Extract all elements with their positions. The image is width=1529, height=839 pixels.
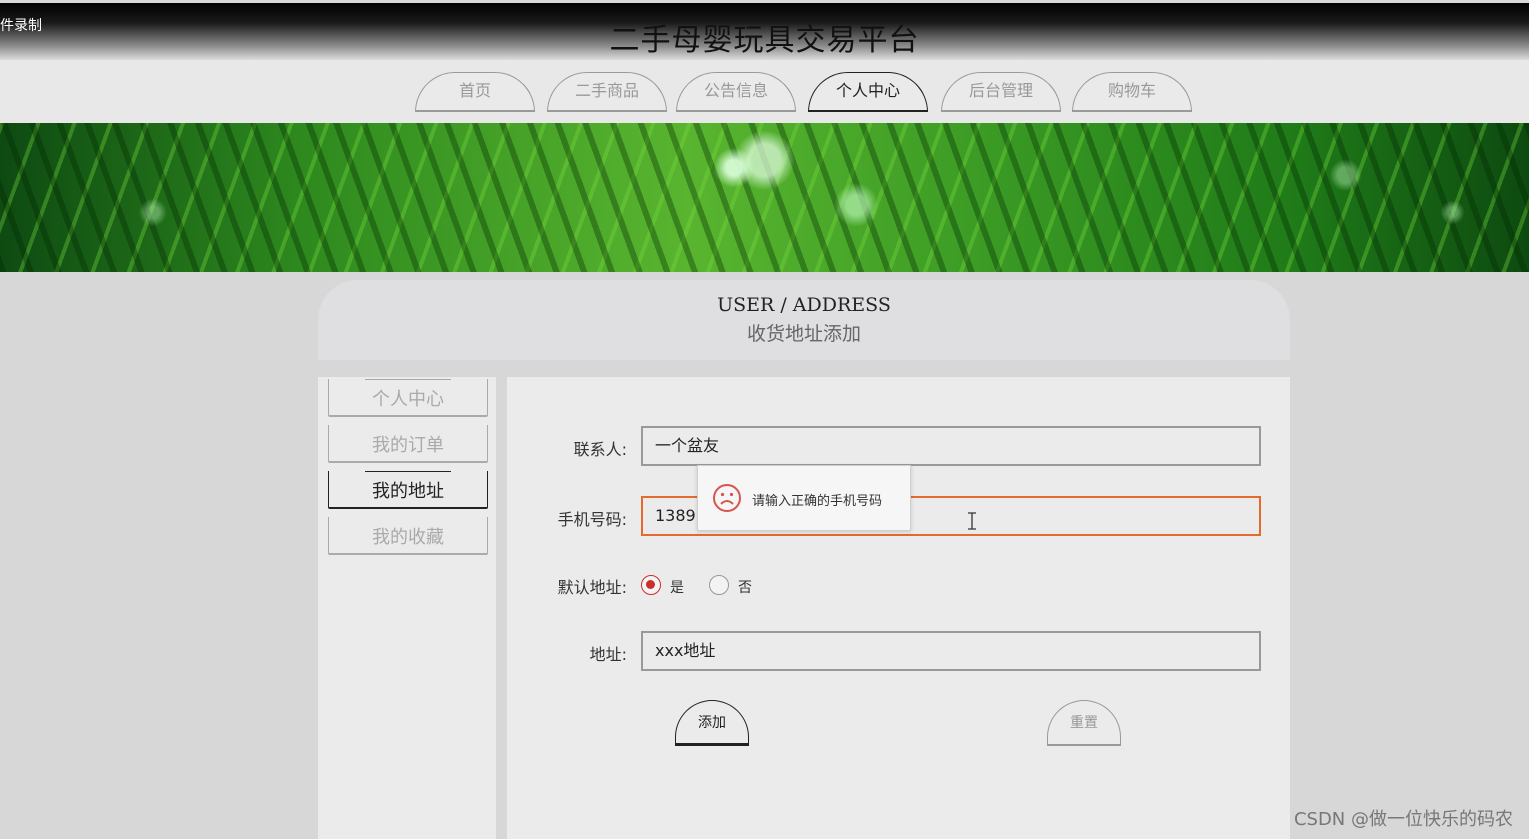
sidebar-item-label: 个人中心 <box>372 389 444 410</box>
add-button[interactable]: 添加 <box>675 700 749 746</box>
nav-tab-announcements[interactable]: 公告信息 <box>676 72 796 112</box>
default-yes-radio[interactable] <box>641 575 661 595</box>
address-input[interactable]: xxx地址 <box>641 631 1261 671</box>
site-title: 二手母婴玩具交易平台 <box>609 23 920 58</box>
watermark: CSDN @做一位快乐的码农 <box>1293 809 1513 830</box>
default-yes-label: 是 <box>670 580 684 596</box>
sidebar-item-my-favorites[interactable]: 我的收藏 <box>328 517 488 555</box>
sidebar-item-topline <box>365 471 451 472</box>
text-cursor-icon <box>968 512 976 530</box>
sidebar-item-topline <box>365 379 451 380</box>
reset-button[interactable]: 重置 <box>1047 700 1121 746</box>
sidebar-item-label: 我的收藏 <box>372 527 444 548</box>
sidebar: 个人中心 我的订单 我的地址 我的收藏 <box>318 377 496 839</box>
nav-tab-cart[interactable]: 购物车 <box>1072 72 1192 112</box>
contact-label: 联系人: <box>573 440 627 459</box>
section-heading-cn: 收货地址添加 <box>746 323 861 345</box>
title-bar: 件录制 二手母婴玩具交易平台 <box>0 3 1529 60</box>
sidebar-item-my-address[interactable]: 我的地址 <box>328 471 488 509</box>
sidebar-item-label: 我的订单 <box>372 435 444 456</box>
default-no-label: 否 <box>738 580 752 596</box>
nav-tab-admin[interactable]: 后台管理 <box>941 72 1061 112</box>
sidebar-item-label: 我的地址 <box>372 481 444 502</box>
default-no-radio[interactable] <box>709 575 729 595</box>
nav-tab-home[interactable]: 首页 <box>415 72 535 112</box>
phone-label: 手机号码: <box>557 510 627 529</box>
sidebar-item-personal-center[interactable]: 个人中心 <box>328 379 488 417</box>
section-heading-en: USER / ADDRESS <box>717 294 891 316</box>
grass-banner-image <box>0 123 1529 272</box>
sad-face-icon <box>713 484 741 512</box>
main-nav: 首页 二手商品 公告信息 个人中心 后台管理 购物车 <box>0 60 1529 123</box>
contact-input[interactable]: 一个盆友 <box>641 426 1261 466</box>
nav-tab-secondhand-goods[interactable]: 二手商品 <box>547 72 667 112</box>
validation-tooltip: 请输入正确的手机号码 <box>697 465 911 531</box>
sidebar-item-my-orders[interactable]: 我的订单 <box>328 425 488 463</box>
default-address-label: 默认地址: <box>557 578 627 597</box>
nav-tab-personal-center[interactable]: 个人中心 <box>808 72 928 112</box>
section-heading: USER / ADDRESS 收货地址添加 <box>318 280 1290 360</box>
address-form: 联系人: 一个盆友 手机号码: 1389 请输入正确的手机号码 默认地址: 是 … <box>507 377 1290 839</box>
address-label: 地址: <box>589 645 627 664</box>
validation-message: 请输入正确的手机号码 <box>752 494 883 509</box>
